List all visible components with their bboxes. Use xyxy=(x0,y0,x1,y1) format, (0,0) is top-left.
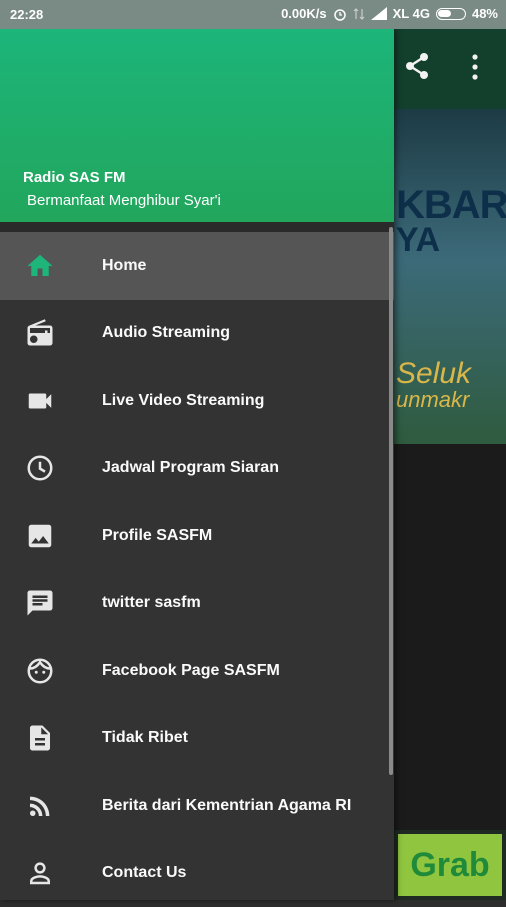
menu-item-contact-us[interactable]: Contact Us xyxy=(0,840,394,907)
videocam-icon xyxy=(24,385,56,417)
menu-item-twitter[interactable]: twitter sasfm xyxy=(0,570,394,638)
radio-icon xyxy=(24,317,56,349)
image-icon xyxy=(24,520,56,552)
banner-image: KBAR YA Seluk unmakr xyxy=(394,109,506,444)
menu-item-profile[interactable]: Profile SASFM xyxy=(0,502,394,570)
rss-icon xyxy=(24,790,56,822)
more-vert-icon[interactable] xyxy=(470,53,480,81)
message-icon xyxy=(24,587,56,619)
menu-label: Berita dari Kementrian Agama RI xyxy=(102,797,351,815)
menu-label: Tidak Ribet xyxy=(102,729,188,747)
ad-banner[interactable]: Grab xyxy=(394,830,506,900)
menu-item-berita[interactable]: Berita dari Kementrian Agama RI xyxy=(0,772,394,840)
battery-icon xyxy=(436,8,466,20)
home-icon xyxy=(24,250,56,282)
status-right: 0.00K/s XL 4G 48% xyxy=(281,6,498,21)
menu-item-jadwal-program[interactable]: Jadwal Program Siaran xyxy=(0,435,394,503)
alarm-icon xyxy=(333,7,347,21)
drawer-header: Radio SAS FM Bermanfaat Menghibur Syar'i xyxy=(0,29,394,222)
menu-label: Profile SASFM xyxy=(102,527,212,545)
ad-text: Grab xyxy=(410,846,489,885)
status-bar: 22:28 0.00K/s XL 4G 48% xyxy=(0,0,506,29)
document-icon xyxy=(24,722,56,754)
signal-icon xyxy=(371,7,387,20)
network-speed: 0.00K/s xyxy=(281,6,327,21)
menu-item-audio-streaming[interactable]: Audio Streaming xyxy=(0,300,394,368)
menu-label: Facebook Page SASFM xyxy=(102,662,280,680)
menu-label: Jadwal Program Siaran xyxy=(102,459,279,477)
banner-text-2: YA xyxy=(396,221,440,260)
battery-percent: 48% xyxy=(472,6,498,21)
carrier-label: XL 4G xyxy=(393,6,430,21)
clock-icon xyxy=(24,452,56,484)
menu-label: Audio Streaming xyxy=(102,324,230,342)
drawer-menu: Home Audio Streaming Live Video Streamin… xyxy=(0,232,394,907)
menu-label: Home xyxy=(102,257,146,275)
menu-item-tidak-ribet[interactable]: Tidak Ribet xyxy=(0,705,394,773)
ad-content[interactable]: Grab xyxy=(398,834,502,896)
drawer-title: Radio SAS FM xyxy=(23,169,126,186)
app-toolbar xyxy=(394,29,506,109)
person-icon xyxy=(24,857,56,889)
banner-script-2: unmakr xyxy=(396,387,469,413)
menu-label: twitter sasfm xyxy=(102,594,201,612)
header-divider xyxy=(0,222,394,232)
menu-item-home[interactable]: Home xyxy=(0,232,394,300)
menu-item-live-video-streaming[interactable]: Live Video Streaming xyxy=(0,367,394,435)
share-icon[interactable] xyxy=(402,51,432,81)
banner-script-1: Seluk xyxy=(396,357,471,391)
menu-label: Contact Us xyxy=(102,864,186,882)
navigation-drawer: Radio SAS FM Bermanfaat Menghibur Syar'i… xyxy=(0,29,394,900)
drawer-scrollbar[interactable] xyxy=(389,227,393,775)
face-icon xyxy=(24,655,56,687)
drawer-subtitle: Bermanfaat Menghibur Syar'i xyxy=(27,192,221,209)
menu-label: Live Video Streaming xyxy=(102,392,264,410)
menu-item-facebook[interactable]: Facebook Page SASFM xyxy=(0,637,394,705)
data-arrows-icon xyxy=(353,7,365,21)
status-time: 22:28 xyxy=(10,7,43,22)
